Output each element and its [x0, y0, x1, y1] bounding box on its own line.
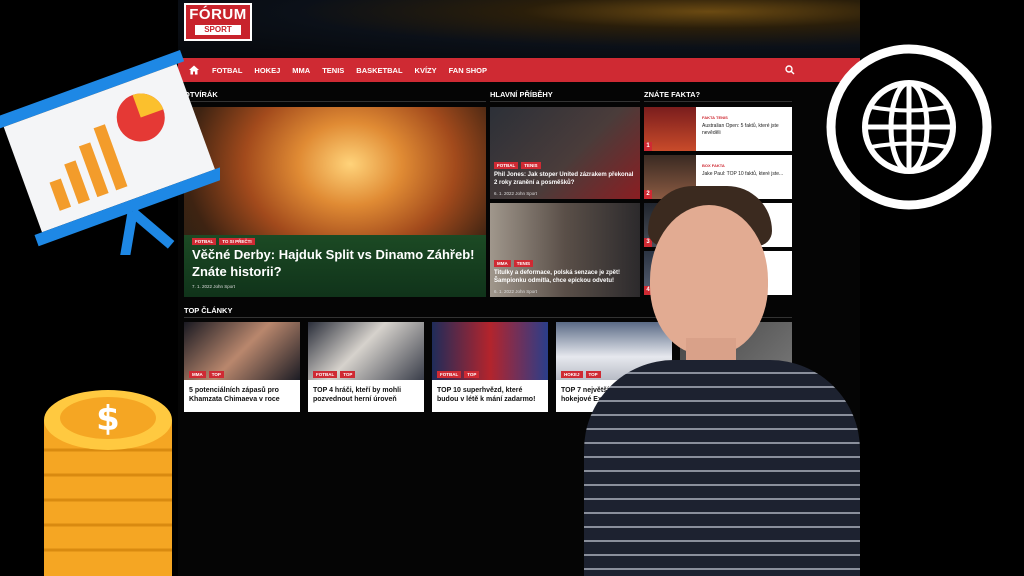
tag[interactable]: FOTBAL — [437, 371, 462, 378]
globe-icon — [826, 44, 992, 210]
story-meta: 6. 1. 2022 John Sport — [494, 289, 537, 294]
svg-text:$: $ — [96, 399, 120, 439]
top-article-title[interactable]: 5 potenciálních zápasů pro Khamzata Chim… — [189, 386, 297, 404]
tag[interactable]: TENIS — [521, 162, 541, 169]
fact-tag[interactable]: FAKTA TENIS — [702, 115, 728, 120]
logo-top-text: FÓRUM — [189, 6, 247, 23]
story-meta: 6. 1. 2022 John Sport — [494, 191, 537, 196]
story-tags: FOTBAL TENIS — [494, 162, 541, 169]
site-header: FÓRUM SPORT — [178, 0, 860, 58]
story-tags: MMA TENIS — [494, 260, 534, 267]
site-logo[interactable]: FÓRUM SPORT — [184, 3, 252, 41]
chart-presentation-icon — [0, 50, 220, 255]
top-article-title[interactable]: TOP 10 superhvězd, které budou v létě k … — [437, 386, 545, 404]
story-card[interactable]: MMA TENIS Titulky a deformace, polská se… — [490, 203, 640, 297]
fact-title[interactable]: Australian Open: 5 faktů, které jste nev… — [702, 123, 788, 137]
tag[interactable]: TOP — [208, 371, 224, 378]
tag[interactable]: TENIS — [513, 260, 534, 267]
divider — [644, 101, 792, 102]
logo-bottom-text: SPORT — [195, 25, 241, 35]
section-title-top-articles: TOP ČLÁNKY — [184, 306, 233, 315]
divider — [184, 101, 486, 102]
top-article-tags: MMA TOP — [189, 371, 224, 378]
story-date: 6. 1. 2022 — [494, 289, 515, 294]
hero-author: John Sport — [213, 284, 236, 289]
nav-item-hokej[interactable]: HOKEJ — [254, 66, 280, 75]
story-title[interactable]: Phil Jones: Jak stoper United zázrakem p… — [494, 171, 636, 187]
tag[interactable]: FOTBAL — [494, 162, 519, 169]
tag[interactable]: TOP — [340, 371, 356, 378]
fact-title[interactable]: Jake Paul: TOP 10 faktů, které jste... — [702, 171, 788, 178]
person-face — [650, 205, 768, 355]
nav-item-mma[interactable]: MMA — [292, 66, 310, 75]
top-article-card[interactable]: FOTBAL TOP TOP 10 superhvězd, které budo… — [432, 322, 548, 412]
tag[interactable]: MMA — [494, 260, 511, 267]
hero-meta: 7. 1. 2022 John Sport — [192, 284, 235, 289]
fact-number: 1 — [644, 142, 652, 151]
tag[interactable]: HOKEJ — [561, 371, 583, 378]
top-article-tags: FOTBAL TOP — [313, 371, 356, 378]
story-author: John Sport — [515, 191, 538, 196]
nav-item-tenis[interactable]: TENIS — [322, 66, 344, 75]
hero-date: 7. 1. 2022 — [192, 284, 213, 289]
divider — [490, 101, 640, 102]
story-date: 6. 1. 2022 — [494, 191, 515, 196]
top-article-card[interactable]: MMA TOP 5 potenciálních zápasů pro Khamz… — [184, 322, 300, 412]
person-shirt — [584, 360, 860, 576]
tag[interactable]: MMA — [189, 371, 206, 378]
hero-title[interactable]: Věčné Derby: Hajduk Split vs Dinamo Záhř… — [192, 246, 482, 280]
tag[interactable]: TOP — [464, 371, 480, 378]
tag[interactable]: TOP — [585, 371, 601, 378]
fact-tag[interactable]: BOX FAKTA — [702, 163, 725, 168]
story-author: John Sport — [515, 289, 538, 294]
hero-article[interactable]: FOTBAL TO SI PŘEČTI Věčné Derby: Hajduk … — [184, 107, 486, 297]
nav-item-basketbal[interactable]: BASKETBAL — [356, 66, 402, 75]
top-article-tags: HOKEJ TOP — [561, 371, 601, 378]
top-article-title[interactable]: TOP 4 hráči, kteří by mohli pozvednout h… — [313, 386, 421, 404]
section-title-main-stories: HLAVNÍ PŘÍBĚHY — [490, 90, 553, 99]
coins-icon: $ — [44, 390, 172, 576]
story-card[interactable]: FOTBAL TENIS Phil Jones: Jak stoper Unit… — [490, 107, 640, 199]
nav-item-fan-shop[interactable]: FAN SHOP — [449, 66, 487, 75]
main-nav: FOTBAL HOKEJ MMA TENIS BASKETBAL KVÍZY F… — [178, 58, 860, 82]
top-article-card[interactable]: FOTBAL TOP TOP 4 hráči, kteří by mohli p… — [308, 322, 424, 412]
search-icon[interactable] — [784, 64, 796, 76]
nav-item-kvizy[interactable]: KVÍZY — [415, 66, 437, 75]
top-article-tags: FOTBAL TOP — [437, 371, 480, 378]
tag[interactable]: FOTBAL — [313, 371, 338, 378]
tag[interactable]: TO SI PŘEČTI — [219, 238, 255, 245]
fact-item[interactable]: 1 FAKTA TENIS Australian Open: 5 faktů, … — [644, 107, 792, 151]
section-title-facts: ZNÁTE FAKTA? — [644, 90, 701, 99]
story-title[interactable]: Titulky a deformace, polská senzace je z… — [494, 269, 636, 285]
fact-number: 2 — [644, 190, 652, 199]
